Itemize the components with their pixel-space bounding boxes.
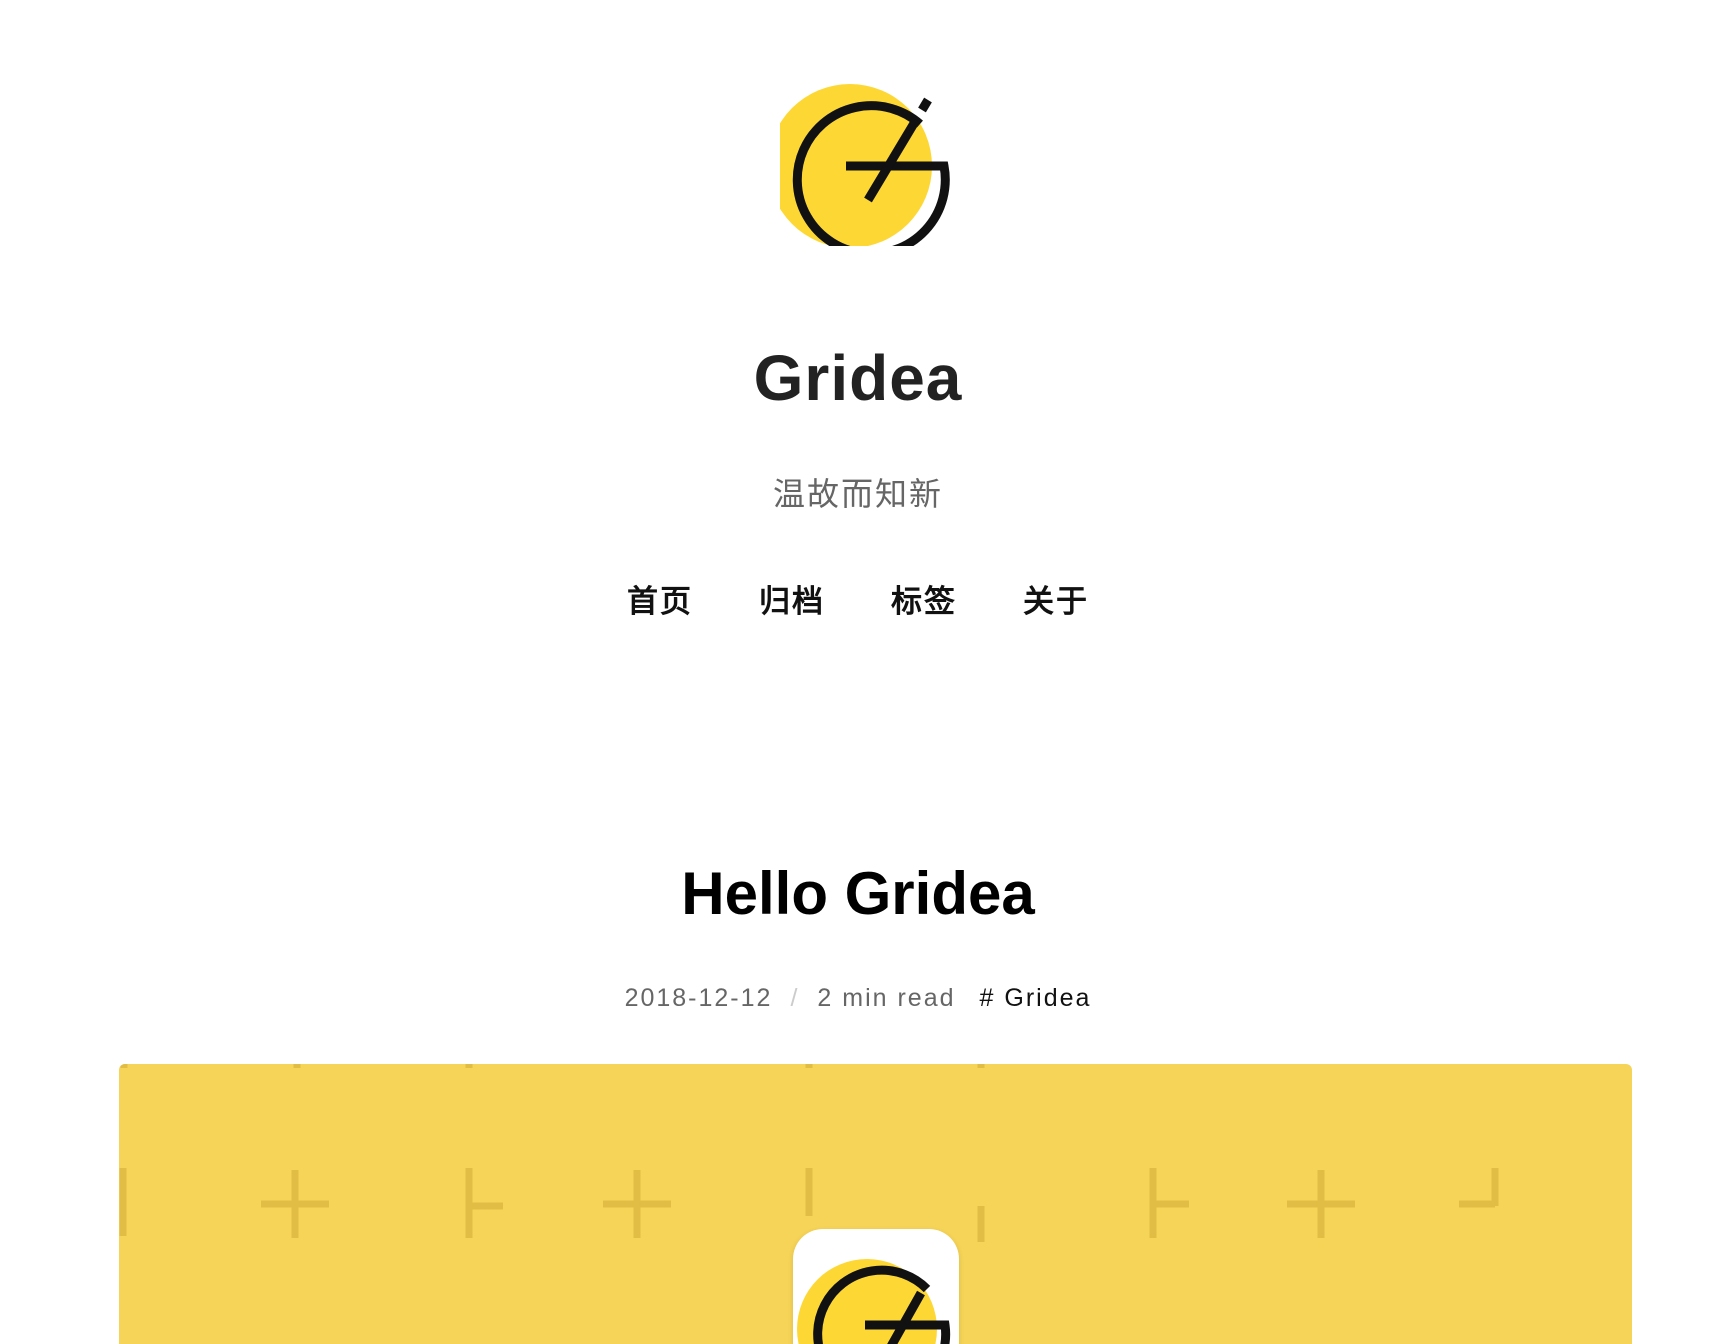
- meta-separator: /: [790, 984, 800, 1012]
- post-meta: 2018-12-12 / 2 min read # Gridea: [0, 980, 1716, 1016]
- nav-item-home[interactable]: 首页: [627, 578, 693, 626]
- post-date: 2018-12-12: [624, 984, 773, 1012]
- post-tag-link[interactable]: # Gridea: [980, 980, 1092, 1016]
- main-nav: 首页 归档 标签 关于: [0, 578, 1716, 626]
- gridea-app-icon: [793, 1229, 959, 1344]
- site-title[interactable]: Gridea: [0, 338, 1716, 418]
- logo-dot: [918, 97, 932, 113]
- site-logo-icon[interactable]: [780, 76, 970, 246]
- post-title[interactable]: Hello Gridea: [0, 856, 1716, 932]
- post-read-time: 2 min read: [817, 984, 956, 1012]
- nav-item-archive[interactable]: 归档: [759, 578, 825, 626]
- nav-item-tags[interactable]: 标签: [891, 578, 957, 626]
- nav-item-about[interactable]: 关于: [1023, 578, 1089, 626]
- app-logo-icon: [797, 1259, 951, 1344]
- post-feature-image[interactable]: [119, 1064, 1632, 1344]
- site-description: 温故而知新: [772, 476, 943, 512]
